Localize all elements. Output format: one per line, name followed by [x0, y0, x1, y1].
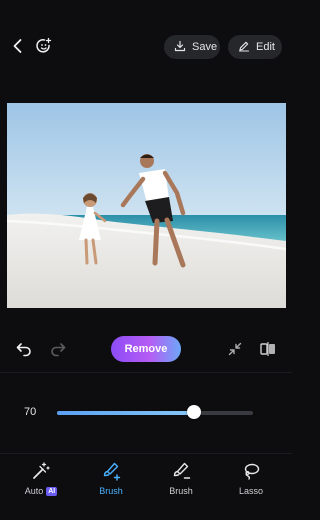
sticker-smile-icon[interactable] [34, 36, 54, 56]
brush-plus-icon [100, 460, 122, 482]
slider-track[interactable] [57, 411, 253, 415]
tab-brush-erase-label: Brush [169, 486, 193, 496]
ai-badge: AI [46, 486, 58, 496]
pencil-icon [238, 40, 250, 55]
tab-brush-add[interactable]: Brush [81, 460, 141, 500]
slider-fill [57, 411, 195, 415]
brush-minus-icon [170, 460, 192, 482]
action-row: Remove [0, 330, 292, 368]
save-label: Save [192, 41, 218, 53]
save-button[interactable]: Save [164, 35, 220, 59]
download-icon [174, 40, 186, 55]
compare-icon[interactable] [258, 339, 278, 359]
beach-photo [7, 103, 286, 308]
tab-auto-ai[interactable]: Auto AI [11, 460, 71, 500]
redo-icon[interactable] [48, 339, 68, 359]
undo-icon[interactable] [14, 339, 34, 359]
lasso-icon [240, 460, 262, 482]
tab-lasso-label: Lasso [238, 486, 264, 496]
divider [0, 372, 292, 373]
edit-button[interactable]: Edit [228, 35, 282, 59]
photo-canvas[interactable] [7, 103, 286, 308]
tool-bar: Auto AI Brush Brush Lasso [0, 453, 292, 503]
slider-thumb[interactable] [187, 405, 202, 419]
brush-size-value: 70 [24, 406, 37, 418]
brush-size-slider: 70 [0, 396, 292, 428]
edit-label: Edit [256, 41, 275, 53]
minimize-icon[interactable] [225, 339, 245, 359]
tab-brush-add-label: Brush [99, 486, 123, 496]
back-arrow-icon[interactable] [8, 36, 28, 56]
remove-button[interactable]: Remove [111, 336, 181, 362]
tab-lasso[interactable]: Lasso [221, 460, 281, 500]
tab-auto-label: Auto [24, 486, 44, 496]
magic-wand-icon [30, 460, 52, 482]
tab-brush-erase[interactable]: Brush [151, 460, 211, 500]
top-bar: Save Edit [0, 0, 292, 92]
